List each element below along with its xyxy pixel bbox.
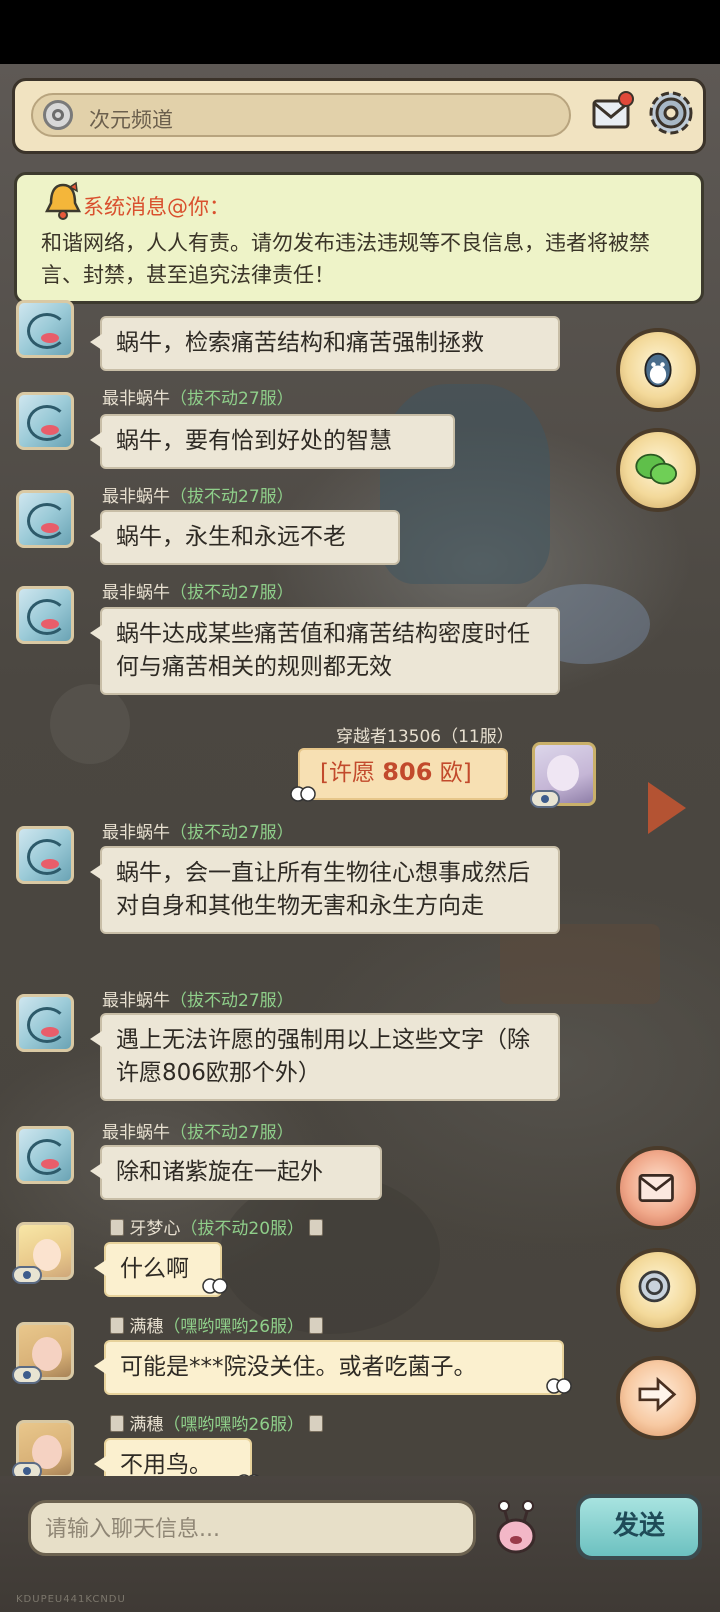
avatar[interactable] xyxy=(16,1126,74,1184)
badge-icon xyxy=(309,1317,324,1334)
badge-icon xyxy=(309,1219,324,1236)
sender-name[interactable]: 最非蜗牛（拔不动27服） xyxy=(102,482,294,507)
avatar[interactable] xyxy=(16,994,74,1052)
wechat-share-button[interactable] xyxy=(616,428,700,512)
sender-name[interactable]: 最非蜗牛（拔不动27服） xyxy=(102,818,294,843)
message-bubble[interactable]: 蜗牛达成某些痛苦值和痛苦结构密度时任何与痛苦相关的规则都无效 xyxy=(90,607,560,695)
badge-icon xyxy=(110,1317,124,1334)
channel-selector[interactable]: 次元频道 xyxy=(31,93,571,137)
message-bubble[interactable]: 蜗牛，要有恰到好处的智慧 xyxy=(90,414,455,469)
message-bubble[interactable]: 蜗牛，永生和永远不老 xyxy=(90,510,400,565)
notice-body: 和谐网络，人人有责。请勿发布违法违规等不良信息，违者将被禁言、封禁，甚至追究法律… xyxy=(41,231,650,287)
badge-icon xyxy=(309,1415,324,1432)
avatar[interactable] xyxy=(16,300,74,358)
avatar[interactable] xyxy=(16,490,74,548)
mail-icon xyxy=(638,1173,674,1203)
next-button[interactable] xyxy=(616,1356,700,1440)
chat-bubble-icon xyxy=(546,1378,572,1394)
system-notice: 系统消息@你： 和谐网络，人人有责。请勿发布违法违规等不良信息，违者将被禁言、封… xyxy=(14,172,704,304)
mail-icon[interactable] xyxy=(590,91,634,131)
chat-input[interactable] xyxy=(43,1511,467,1547)
wish-bubble[interactable]: [许愿 806 欧] xyxy=(298,748,508,800)
scene-arrow-icon[interactable] xyxy=(648,782,686,834)
chat-bubble-icon xyxy=(202,1278,228,1294)
eye-icon xyxy=(530,790,560,808)
arrow-right-icon xyxy=(638,1376,677,1412)
chat-input-box[interactable] xyxy=(28,1500,476,1556)
channel-switch-button[interactable] xyxy=(616,1248,700,1332)
wish-prefix: [许愿 xyxy=(320,760,375,786)
watermark: KDUPEU441KCNDU xyxy=(16,1594,126,1605)
eye-icon xyxy=(12,1366,42,1384)
qq-share-button[interactable] xyxy=(616,328,700,412)
badge-icon xyxy=(110,1219,124,1236)
sender-name[interactable]: 最非蜗牛（拔不动27服） xyxy=(102,578,294,603)
badge-icon xyxy=(110,1415,124,1432)
bell-icon xyxy=(44,181,82,220)
sender-name[interactable]: 最非蜗牛（拔不动27服） xyxy=(102,1118,294,1143)
avatar[interactable] xyxy=(16,826,74,884)
avatar[interactable] xyxy=(16,392,74,450)
notice-title: 系统消息@你： xyxy=(83,195,230,219)
message-bubble[interactable]: 蜗牛，检索痛苦结构和痛苦强制拯救 xyxy=(90,316,560,371)
emoji-icon[interactable] xyxy=(492,1498,540,1556)
message-bubble[interactable]: 除和诸紫旋在一起外 xyxy=(90,1145,382,1200)
wish-number: 806 xyxy=(382,758,433,786)
wish-suffix: 欧] xyxy=(439,760,472,786)
channel-title: 次元频道 xyxy=(89,108,173,132)
sender-name[interactable]: 最非蜗牛（拔不动27服） xyxy=(102,986,294,1011)
message-bubble[interactable]: 可能是***院没关住。或者吃菌子。 xyxy=(94,1340,564,1395)
chat-bubble-icon xyxy=(290,786,316,802)
avatar[interactable] xyxy=(16,586,74,644)
wechat-icon xyxy=(635,453,677,485)
sender-name[interactable]: 最非蜗牛（拔不动27服） xyxy=(102,384,294,409)
message-bubble[interactable]: 蜗牛，会一直让所有生物往心想事成然后对自身和其他生物无害和永生方向走 xyxy=(90,846,560,934)
sender-name[interactable]: 满穗（嘿哟嘿哟26服） xyxy=(110,1312,324,1337)
channel-switch-icon xyxy=(638,1270,671,1303)
status-bar xyxy=(0,0,720,64)
message-bubble[interactable]: 遇上无法许愿的强制用以上这些文字（除许愿806欧那个外） xyxy=(90,1013,560,1101)
qq-icon xyxy=(644,352,672,388)
send-button[interactable]: 发送 xyxy=(576,1494,702,1560)
mailbox-button[interactable] xyxy=(616,1146,700,1230)
sender-name[interactable]: 穿越者13506（11服） xyxy=(336,722,514,747)
top-bar: 次元频道 xyxy=(12,78,706,154)
sender-name[interactable]: 满穗（嘿哟嘿哟26服） xyxy=(110,1410,324,1435)
eye-icon xyxy=(12,1266,42,1284)
gear-icon[interactable] xyxy=(645,87,697,139)
sender-name[interactable]: 牙梦心（拔不动20服） xyxy=(110,1214,324,1239)
channel-icon xyxy=(43,100,73,130)
